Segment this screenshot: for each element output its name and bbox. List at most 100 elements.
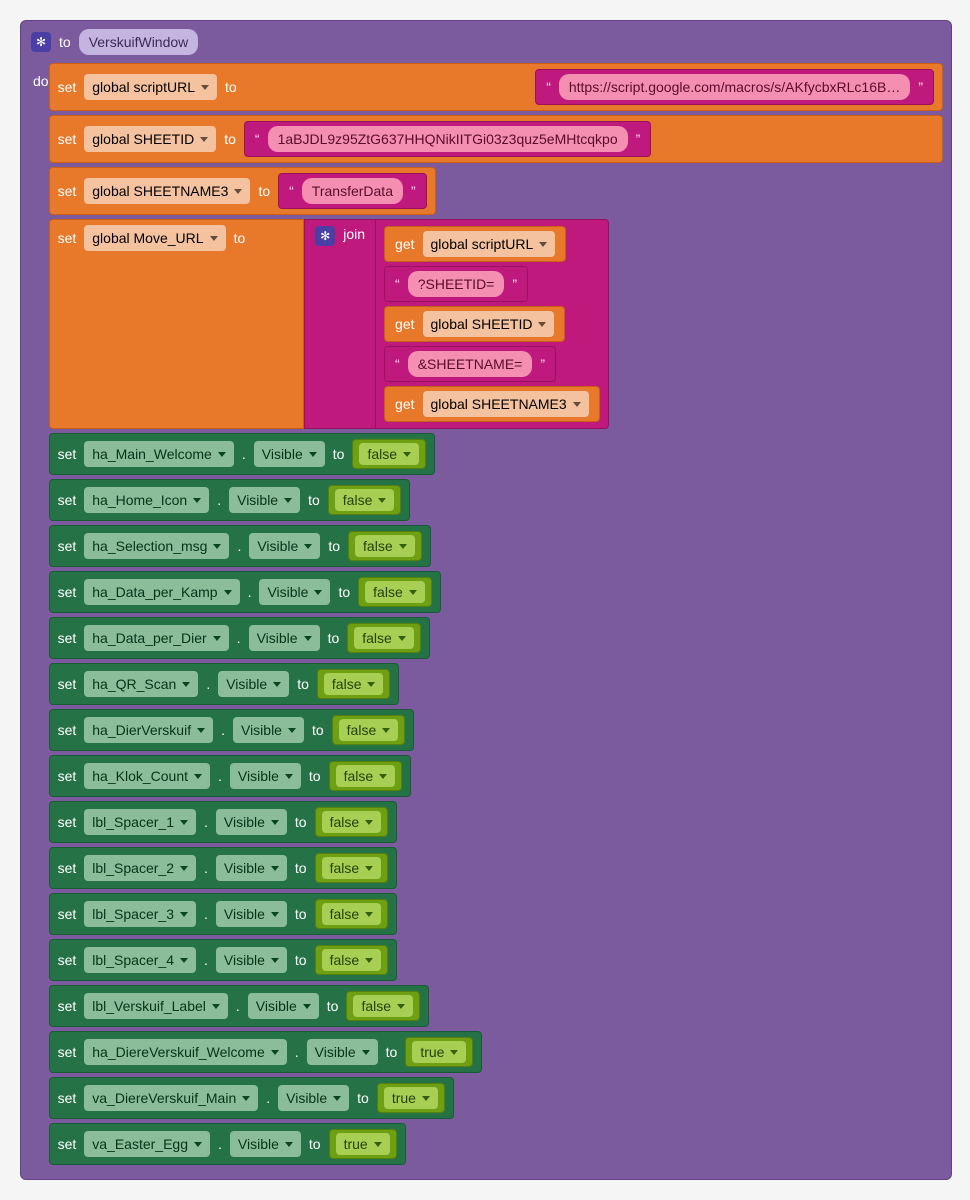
gear-icon[interactable]: ✻ [315, 226, 335, 246]
property-dropdown[interactable]: Visible [278, 1085, 349, 1111]
string-literal[interactable]: “ https://script.google.com/macros/s/AKf… [535, 69, 934, 105]
component-dropdown[interactable]: ha_Main_Welcome [84, 441, 234, 467]
set-component-property[interactable]: setha_Selection_msg.Visibletofalse [49, 525, 431, 567]
set-global-scripturl[interactable]: set global scriptURL to “ https://script… [49, 63, 943, 111]
boolean-dropdown[interactable]: false [354, 627, 414, 649]
string-literal[interactable]: “ 1aBJDL9z95ZtG637HHQNikIITGi03z3quz5eMH… [244, 121, 651, 157]
set-component-property[interactable]: setlbl_Spacer_3.Visibletofalse [49, 893, 398, 935]
property-dropdown[interactable]: Visible [230, 1131, 301, 1157]
var-dropdown[interactable]: global SHEETNAME3 [84, 178, 250, 204]
component-dropdown[interactable]: lbl_Verskuif_Label [84, 993, 228, 1019]
string-literal[interactable]: “?SHEETID=” [384, 266, 528, 302]
boolean-block[interactable]: false [332, 715, 406, 745]
boolean-dropdown[interactable]: false [365, 581, 425, 603]
property-dropdown[interactable]: Visible [249, 533, 320, 559]
var-dropdown[interactable]: global SHEETID [423, 311, 555, 337]
set-component-property[interactable]: setha_Home_Icon.Visibletofalse [49, 479, 411, 521]
procedure-name[interactable]: VerskuifWindow [79, 29, 199, 55]
boolean-block[interactable]: true [377, 1083, 445, 1113]
component-dropdown[interactable]: lbl_Spacer_2 [84, 855, 196, 881]
component-dropdown[interactable]: ha_Klok_Count [84, 763, 210, 789]
boolean-block[interactable]: false [346, 991, 420, 1021]
boolean-block[interactable]: true [329, 1129, 397, 1159]
component-dropdown[interactable]: lbl_Spacer_3 [84, 901, 196, 927]
set-component-property[interactable]: setlbl_Spacer_4.Visibletofalse [49, 939, 398, 981]
boolean-dropdown[interactable]: false [336, 765, 396, 787]
set-global-move-url[interactable]: set global Move_URL to ✻ join getglobal … [49, 219, 609, 429]
component-dropdown[interactable]: lbl_Spacer_1 [84, 809, 196, 835]
boolean-dropdown[interactable]: false [322, 949, 382, 971]
string-value[interactable]: 1aBJDL9z95ZtG637HHQNikIITGi03z3quz5eMHtc… [268, 126, 628, 152]
get-variable-block[interactable]: getglobal scriptURL [384, 226, 566, 262]
boolean-dropdown[interactable]: false [322, 903, 382, 925]
var-dropdown[interactable]: global scriptURL [84, 74, 217, 100]
var-dropdown[interactable]: global SHEETID [84, 126, 216, 152]
string-value[interactable]: ?SHEETID= [408, 271, 505, 297]
string-value[interactable]: &SHEETNAME= [408, 351, 533, 377]
boolean-block[interactable]: false [348, 531, 422, 561]
boolean-dropdown[interactable]: false [339, 719, 399, 741]
property-dropdown[interactable]: Visible [216, 947, 287, 973]
component-dropdown[interactable]: lbl_Spacer_4 [84, 947, 196, 973]
property-dropdown[interactable]: Visible [216, 809, 287, 835]
set-global-sheetname3[interactable]: set global SHEETNAME3 to “ TransferData … [49, 167, 436, 215]
property-dropdown[interactable]: Visible [248, 993, 319, 1019]
set-component-property[interactable]: setlbl_Verskuif_Label.Visibletofalse [49, 985, 429, 1027]
boolean-dropdown[interactable]: false [355, 535, 415, 557]
property-dropdown[interactable]: Visible [216, 901, 287, 927]
boolean-block[interactable]: false [315, 945, 389, 975]
component-dropdown[interactable]: va_Easter_Egg [84, 1131, 210, 1157]
set-component-property[interactable]: setha_Data_per_Kamp.Visibletofalse [49, 571, 441, 613]
set-global-sheetid[interactable]: set global SHEETID to “ 1aBJDL9z95ZtG637… [49, 115, 943, 163]
boolean-block[interactable]: false [317, 669, 391, 699]
boolean-dropdown[interactable]: false [359, 443, 419, 465]
set-component-property[interactable]: setva_Easter_Egg.Visibletotrue [49, 1123, 406, 1165]
component-dropdown[interactable]: va_DiereVerskuif_Main [84, 1085, 258, 1111]
property-dropdown[interactable]: Visible [259, 579, 330, 605]
component-dropdown[interactable]: ha_Home_Icon [84, 487, 209, 513]
set-component-property[interactable]: setha_Klok_Count.Visibletofalse [49, 755, 412, 797]
property-dropdown[interactable]: Visible [230, 763, 301, 789]
boolean-dropdown[interactable]: false [324, 673, 384, 695]
property-dropdown[interactable]: Visible [233, 717, 304, 743]
property-dropdown[interactable]: Visible [216, 855, 287, 881]
set-component-property[interactable]: setha_Main_Welcome.Visibletofalse [49, 433, 435, 475]
string-literal[interactable]: “&SHEETNAME=” [384, 346, 556, 382]
property-dropdown[interactable]: Visible [218, 671, 289, 697]
get-variable-block[interactable]: getglobal SHEETID [384, 306, 565, 342]
boolean-block[interactable]: false [329, 761, 403, 791]
set-component-property[interactable]: setha_QR_Scan.Visibletofalse [49, 663, 400, 705]
set-component-property[interactable]: setha_DiereVerskuif_Welcome.Visibletotru… [49, 1031, 483, 1073]
boolean-dropdown[interactable]: true [336, 1133, 390, 1155]
boolean-block[interactable]: false [347, 623, 421, 653]
component-dropdown[interactable]: ha_QR_Scan [84, 671, 198, 697]
property-dropdown[interactable]: Visible [249, 625, 320, 651]
gear-icon[interactable]: ✻ [31, 32, 51, 52]
boolean-dropdown[interactable]: false [353, 995, 413, 1017]
component-dropdown[interactable]: ha_DiereVerskuif_Welcome [84, 1039, 287, 1065]
component-dropdown[interactable]: ha_Data_per_Kamp [84, 579, 239, 605]
string-value[interactable]: https://script.google.com/macros/s/AKfyc… [559, 74, 910, 100]
boolean-block[interactable]: false [315, 899, 389, 929]
boolean-block[interactable]: false [315, 853, 389, 883]
boolean-dropdown[interactable]: true [384, 1087, 438, 1109]
boolean-dropdown[interactable]: false [322, 857, 382, 879]
property-dropdown[interactable]: Visible [307, 1039, 378, 1065]
boolean-dropdown[interactable]: true [412, 1041, 466, 1063]
set-component-property[interactable]: setlbl_Spacer_1.Visibletofalse [49, 801, 398, 843]
procedure-block[interactable]: ✻ to VerskuifWindow do set global script… [20, 20, 952, 1180]
get-variable-block[interactable]: getglobal SHEETNAME3 [384, 386, 600, 422]
boolean-block[interactable]: false [352, 439, 426, 469]
string-value[interactable]: TransferData [302, 178, 403, 204]
boolean-block[interactable]: false [328, 485, 402, 515]
component-dropdown[interactable]: ha_Selection_msg [84, 533, 229, 559]
set-component-property[interactable]: setva_DiereVerskuif_Main.Visibletotrue [49, 1077, 454, 1119]
string-literal[interactable]: “ TransferData ” [278, 173, 427, 209]
set-component-property[interactable]: setha_DierVerskuif.Visibletofalse [49, 709, 415, 751]
boolean-block[interactable]: true [405, 1037, 473, 1067]
boolean-block[interactable]: false [358, 577, 432, 607]
boolean-dropdown[interactable]: false [322, 811, 382, 833]
var-dropdown[interactable]: global scriptURL [423, 231, 556, 257]
component-dropdown[interactable]: ha_DierVerskuif [84, 717, 213, 743]
var-dropdown[interactable]: global Move_URL [84, 225, 225, 251]
